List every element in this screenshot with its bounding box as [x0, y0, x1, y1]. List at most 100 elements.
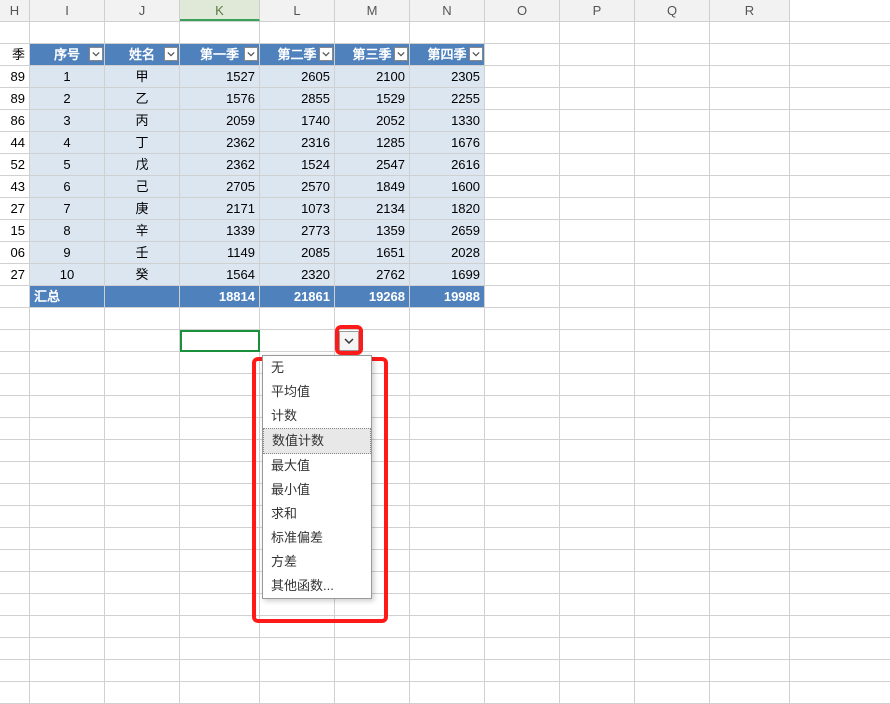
cell[interactable]: [335, 616, 410, 637]
cell[interactable]: [635, 44, 710, 65]
cell[interactable]: [635, 374, 710, 395]
col-header-K[interactable]: K: [180, 0, 260, 21]
cell[interactable]: [180, 440, 260, 461]
cell[interactable]: [710, 132, 790, 153]
partial-cell[interactable]: 06: [0, 242, 30, 263]
cell[interactable]: [710, 660, 790, 681]
name-cell[interactable]: 乙: [105, 88, 180, 109]
q4-cell[interactable]: 2305: [410, 66, 485, 87]
partial-cell[interactable]: 86: [0, 110, 30, 131]
cell[interactable]: [560, 110, 635, 131]
cell[interactable]: [105, 308, 180, 329]
cell[interactable]: [30, 484, 105, 505]
cell[interactable]: [635, 242, 710, 263]
cell[interactable]: [485, 220, 560, 241]
dropdown-item[interactable]: 最大值: [263, 454, 371, 478]
cell[interactable]: [485, 528, 560, 549]
cell[interactable]: [560, 484, 635, 505]
cell[interactable]: [485, 462, 560, 483]
cell[interactable]: [410, 682, 485, 703]
q1-cell[interactable]: 1339: [180, 220, 260, 241]
cell[interactable]: [635, 682, 710, 703]
total-function-dropdown-button[interactable]: [339, 331, 359, 351]
q2-cell[interactable]: 2316: [260, 132, 335, 153]
cell[interactable]: [30, 462, 105, 483]
cell[interactable]: [560, 44, 635, 65]
cell[interactable]: [560, 154, 635, 175]
cell[interactable]: [635, 418, 710, 439]
cell[interactable]: [0, 528, 30, 549]
cell[interactable]: [0, 682, 30, 703]
cell[interactable]: [560, 462, 635, 483]
cell[interactable]: [560, 528, 635, 549]
cell[interactable]: [635, 88, 710, 109]
cell[interactable]: [560, 308, 635, 329]
cell[interactable]: [710, 682, 790, 703]
q4-cell[interactable]: 2659: [410, 220, 485, 241]
cell[interactable]: [105, 638, 180, 659]
partial-cell[interactable]: 52: [0, 154, 30, 175]
q3-cell[interactable]: 1529: [335, 88, 410, 109]
q2-cell[interactable]: 2855: [260, 88, 335, 109]
cell[interactable]: [560, 550, 635, 571]
name-cell[interactable]: 丁: [105, 132, 180, 153]
partial-cell[interactable]: 43: [0, 176, 30, 197]
q4-cell[interactable]: 1820: [410, 198, 485, 219]
table-header-q3[interactable]: 第三季: [335, 44, 410, 65]
cell[interactable]: [105, 440, 180, 461]
cell[interactable]: [485, 550, 560, 571]
cell[interactable]: [485, 132, 560, 153]
cell[interactable]: [410, 22, 485, 43]
cell[interactable]: [30, 22, 105, 43]
q2-cell[interactable]: 2320: [260, 264, 335, 285]
q1-cell[interactable]: 1149: [180, 242, 260, 263]
seq-cell[interactable]: 7: [30, 198, 105, 219]
cell[interactable]: [105, 352, 180, 373]
name-cell[interactable]: 辛: [105, 220, 180, 241]
cell[interactable]: [485, 264, 560, 285]
dropdown-item[interactable]: 无: [263, 356, 371, 380]
cell[interactable]: [335, 682, 410, 703]
dropdown-item[interactable]: 数值计数: [263, 428, 371, 454]
q3-cell[interactable]: 2547: [335, 154, 410, 175]
cell[interactable]: [485, 330, 560, 351]
cell[interactable]: [635, 198, 710, 219]
cell[interactable]: [560, 418, 635, 439]
q3-cell[interactable]: 2100: [335, 66, 410, 87]
cell[interactable]: [30, 594, 105, 615]
cell[interactable]: [560, 132, 635, 153]
cell[interactable]: [485, 286, 560, 307]
cell[interactable]: [560, 616, 635, 637]
cell[interactable]: [0, 352, 30, 373]
cell[interactable]: [635, 286, 710, 307]
cell[interactable]: [30, 506, 105, 527]
cell[interactable]: [560, 396, 635, 417]
seq-cell[interactable]: 1: [30, 66, 105, 87]
partial-cell[interactable]: 27: [0, 198, 30, 219]
partial-cell[interactable]: 44: [0, 132, 30, 153]
cell[interactable]: [105, 682, 180, 703]
cell[interactable]: [485, 242, 560, 263]
q2-cell[interactable]: 2773: [260, 220, 335, 241]
cell[interactable]: [30, 418, 105, 439]
dropdown-item[interactable]: 其他函数...: [263, 574, 371, 598]
q4-cell[interactable]: 2255: [410, 88, 485, 109]
total-q3-cell[interactable]: 19268: [335, 286, 410, 307]
cell[interactable]: [485, 484, 560, 505]
partial-cell[interactable]: 89: [0, 88, 30, 109]
cell[interactable]: [485, 638, 560, 659]
cell[interactable]: [105, 418, 180, 439]
q4-cell[interactable]: 1600: [410, 176, 485, 197]
cell[interactable]: [180, 660, 260, 681]
cell[interactable]: [560, 264, 635, 285]
cell[interactable]: [560, 220, 635, 241]
cell[interactable]: [710, 220, 790, 241]
cell[interactable]: [30, 528, 105, 549]
cell[interactable]: [0, 484, 30, 505]
table-header-q1[interactable]: 第一季: [180, 44, 260, 65]
cell[interactable]: [485, 396, 560, 417]
col-header-R[interactable]: R: [710, 0, 790, 21]
cell[interactable]: [0, 616, 30, 637]
cell[interactable]: [180, 374, 260, 395]
cell[interactable]: [635, 572, 710, 593]
